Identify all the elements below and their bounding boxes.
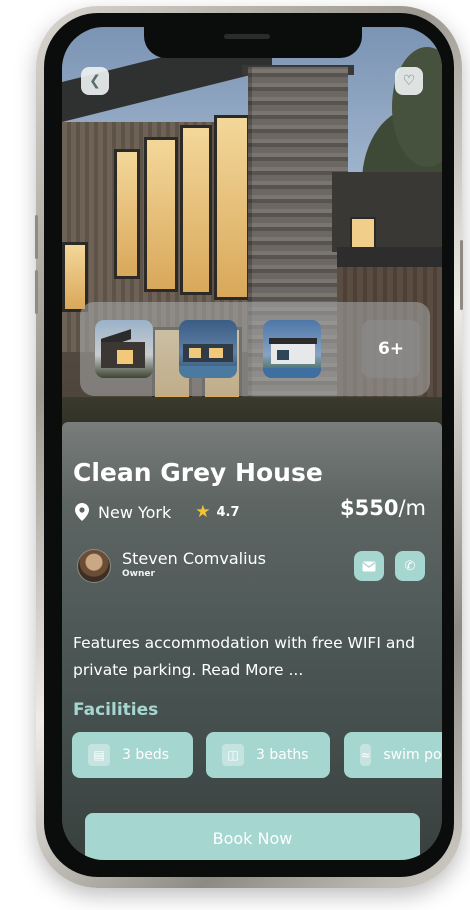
facility-baths[interactable]: ◫ 3 baths [206, 732, 330, 778]
call-button[interactable]: ✆ [395, 551, 425, 581]
phone-side-button [35, 270, 38, 314]
book-now-button[interactable]: Book Now [85, 813, 420, 860]
app-screen: ❮ ♡ Clean Grey House New York ★ 4.7 $550… [62, 27, 442, 860]
facility-pool[interactable]: ≈ swim pool [344, 732, 442, 778]
back-button[interactable]: ❮ [81, 67, 109, 95]
bathtub-icon: ◫ [222, 744, 244, 766]
price-period: /m [398, 496, 426, 520]
message-button[interactable] [354, 551, 384, 581]
phone-icon: ✆ [404, 558, 416, 574]
phone-side-button [35, 215, 38, 259]
gallery-thumbnail[interactable] [179, 320, 237, 378]
owner-name: Steven Comvalius [122, 549, 266, 568]
mail-icon [362, 561, 376, 571]
facilities-heading: Facilities [73, 700, 159, 720]
location-pin-icon [75, 503, 89, 521]
avatar [77, 549, 111, 583]
facility-label: swim pool [383, 747, 442, 763]
location-row: New York ★ 4.7 [75, 500, 240, 524]
owner-role: Owner [122, 569, 155, 579]
owner-row: Steven Comvalius Owner ✆ [77, 549, 427, 585]
rating-value: 4.7 [216, 504, 240, 520]
waves-icon: ≈ [360, 744, 372, 766]
facility-label: 3 baths [256, 747, 309, 763]
star-icon: ★ [195, 502, 211, 522]
gallery-thumbnail[interactable] [263, 320, 321, 378]
property-description: Features accommodation with free WIFI an… [73, 634, 416, 679]
price-amount: $550 [340, 496, 399, 520]
price: $550/m [340, 496, 426, 520]
location-text: New York [98, 502, 172, 522]
property-details-panel: Clean Grey House New York ★ 4.7 $550/m S… [62, 422, 442, 860]
photo-gallery: 6+ [80, 302, 430, 396]
facility-beds[interactable]: ▤ 3 beds [72, 732, 193, 778]
facility-label: 3 beds [122, 747, 170, 763]
more-photos-button[interactable]: 6+ [362, 320, 420, 378]
phone-speaker [224, 34, 270, 39]
chevron-left-icon: ❮ [89, 73, 101, 89]
heart-icon: ♡ [402, 73, 416, 89]
favorite-button[interactable]: ♡ [395, 67, 423, 95]
bed-icon: ▤ [88, 744, 110, 766]
phone-side-button [460, 240, 463, 310]
gallery-thumbnail[interactable] [95, 320, 153, 378]
property-title: Clean Grey House [73, 458, 323, 487]
